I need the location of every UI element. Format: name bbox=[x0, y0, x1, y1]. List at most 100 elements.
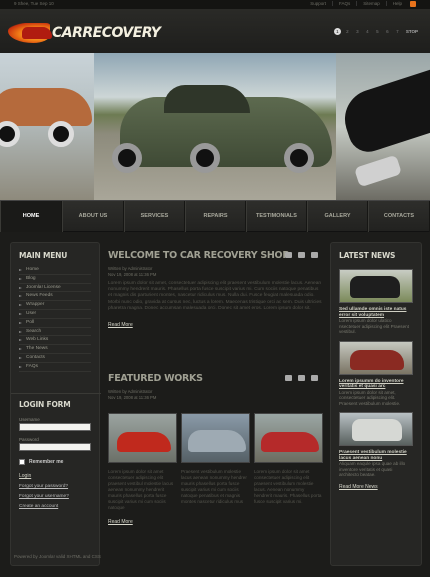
news-image[interactable] bbox=[339, 269, 413, 303]
footer-text: Powered by Joomla! valid XHTML and CSS bbox=[14, 554, 101, 559]
nav-testimonials[interactable]: TESTIMONIALS bbox=[246, 201, 307, 232]
password-label: Password bbox=[19, 437, 39, 442]
news-item: Lorem ipsumm do inventore veritatis et q… bbox=[339, 340, 413, 407]
menu-item[interactable]: Poll bbox=[19, 319, 91, 328]
featured-date: Nov 19, 2008 at 11:36 PM bbox=[108, 395, 157, 400]
menu-item[interactable]: Search bbox=[19, 328, 91, 337]
nav-gallery[interactable]: GALLERY bbox=[307, 201, 368, 232]
logo[interactable]: CARRECOVERY bbox=[8, 21, 161, 47]
news-image[interactable] bbox=[339, 340, 413, 375]
slider-page-5[interactable]: 5 bbox=[374, 28, 381, 35]
login-button[interactable]: Login bbox=[19, 473, 93, 479]
slider-page-4[interactable]: 4 bbox=[364, 28, 371, 35]
hero-photo-right bbox=[336, 53, 430, 200]
news-title[interactable]: Praesent vestibulum molestie lacus aenea… bbox=[339, 450, 413, 461]
work-image[interactable] bbox=[181, 413, 250, 463]
work-item: Lorem ipsum dolor sit amet consectetuer … bbox=[254, 413, 323, 511]
create-account-link[interactable]: Create an account bbox=[11, 503, 101, 510]
work-image[interactable] bbox=[254, 413, 323, 463]
featured-works: FEATURED WORKS Written by Administrator … bbox=[108, 373, 323, 525]
work-image[interactable] bbox=[108, 413, 177, 463]
slider-page-2[interactable]: 2 bbox=[344, 28, 351, 35]
main-menu-title: MAIN MENU bbox=[19, 251, 68, 260]
welcome-article: WELCOME TO CAR RECOVERY SHOP Written by … bbox=[108, 250, 322, 328]
menu-item[interactable]: Joomla! License bbox=[19, 284, 91, 293]
featured-read-more[interactable]: Read More bbox=[108, 519, 322, 525]
hero-photo-left bbox=[0, 53, 94, 200]
password-input[interactable] bbox=[19, 443, 91, 451]
slider-page-1[interactable]: 1 bbox=[333, 28, 341, 35]
news-title[interactable]: Sed ullamde omnis iste natus error sit v… bbox=[339, 307, 413, 318]
menu-item[interactable]: FAQs bbox=[19, 363, 91, 372]
nav-about-us[interactable]: ABOUT US bbox=[62, 201, 124, 232]
username-label: Username bbox=[19, 417, 40, 422]
remember-label: Remember me bbox=[29, 459, 64, 465]
menu-item[interactable]: User bbox=[19, 310, 91, 319]
top-link-support[interactable]: Support bbox=[304, 1, 332, 6]
work-text: Lorem ipsum dolor sit amet consectetuer … bbox=[254, 469, 322, 504]
forgot-password-link[interactable]: Forgot your password? bbox=[11, 483, 101, 490]
username-input[interactable] bbox=[19, 423, 91, 431]
nav-home[interactable]: HOME bbox=[0, 201, 62, 232]
welcome-read-more[interactable]: Read More bbox=[108, 322, 322, 328]
news-item: Sed ullamde omnis iste natus error sit v… bbox=[339, 269, 413, 335]
latest-news-title: LATEST NEWS bbox=[339, 251, 396, 260]
email-icon[interactable] bbox=[311, 252, 318, 258]
nav-repairs[interactable]: REPAIRS bbox=[185, 201, 246, 232]
forgot-username-link[interactable]: Forgot your username? bbox=[11, 493, 101, 500]
remember-checkbox[interactable] bbox=[19, 459, 25, 465]
hero-photo-main bbox=[94, 53, 336, 200]
left-sidebar: MAIN MENU Home Blog Joomla! License News… bbox=[10, 242, 101, 566]
article-icons bbox=[285, 252, 318, 258]
work-text: Praesent vestibulum molestie lacus aenea… bbox=[181, 469, 247, 504]
welcome-date: Nov 19, 2008 at 11:36 PM bbox=[108, 272, 157, 277]
work-item: Lorem ipsum dolor sit amet consectetuer … bbox=[108, 413, 177, 511]
slider-page-7[interactable]: 7 bbox=[394, 28, 401, 35]
menu-item[interactable]: News Feeds bbox=[19, 292, 91, 302]
menu-item[interactable]: Wrapper bbox=[19, 301, 91, 310]
print-icon[interactable] bbox=[298, 375, 305, 381]
rss-icon[interactable] bbox=[410, 1, 416, 7]
menu-item[interactable]: Home bbox=[19, 266, 91, 275]
header: CARRECOVERY 1 2 3 4 5 6 7 STOP bbox=[0, 9, 430, 53]
menu-item[interactable]: Contacts bbox=[19, 354, 91, 363]
news-text: Lorem ipsum dolor ulatico nsectetuer adi… bbox=[339, 318, 409, 334]
menu-item[interactable]: The News bbox=[19, 345, 91, 354]
slider-pager: 1 2 3 4 5 6 7 STOP bbox=[333, 28, 418, 35]
date-text: 9 Shee, Tue Sep 10 bbox=[14, 1, 54, 6]
print-icon[interactable] bbox=[298, 252, 305, 258]
logo-text: CARRECOVERY bbox=[52, 25, 161, 41]
slider-stop-button[interactable]: STOP bbox=[406, 28, 418, 35]
news-title[interactable]: Lorem ipsumm do inventore veritatis et q… bbox=[339, 379, 413, 390]
work-item: Praesent vestibulum molestie lacus aenea… bbox=[181, 413, 250, 511]
featured-icons bbox=[285, 375, 318, 381]
works-grid: Lorem ipsum dolor sit amet consectetuer … bbox=[108, 413, 323, 511]
slider-page-6[interactable]: 6 bbox=[384, 28, 391, 35]
slider-page-3[interactable]: 3 bbox=[354, 28, 361, 35]
car-logo-icon bbox=[22, 27, 52, 39]
menu-item[interactable]: Web Links bbox=[19, 336, 91, 346]
remember-me: Remember me bbox=[11, 455, 101, 469]
pdf-icon[interactable] bbox=[285, 252, 292, 258]
top-link-faqs[interactable]: FAQs bbox=[331, 1, 356, 6]
work-text: Lorem ipsum dolor sit amet consectetuer … bbox=[108, 469, 174, 510]
news-text: Aliquam eaqule ipsa quae ab illo invento… bbox=[339, 461, 406, 477]
news-item: Praesent vestibulum molestie lacus aenea… bbox=[339, 412, 413, 478]
top-bar: 9 Shee, Tue Sep 10 Support FAQs Sitemap … bbox=[0, 0, 430, 9]
nav-services[interactable]: SERVICES bbox=[124, 201, 185, 232]
top-link-sitemap[interactable]: Sitemap bbox=[356, 1, 386, 6]
news-list: Sed ullamde omnis iste natus error sit v… bbox=[331, 269, 421, 490]
news-read-more[interactable]: Read More News bbox=[339, 484, 413, 490]
hero-slideshow bbox=[0, 53, 430, 200]
news-image[interactable] bbox=[339, 412, 413, 446]
login-form: LOGIN FORM Username Password Remember me… bbox=[11, 393, 101, 510]
welcome-body: Lorem ipsum dolor sit amet, consectetuer… bbox=[108, 281, 322, 311]
top-link-help[interactable]: Help bbox=[385, 1, 408, 6]
main-content: WELCOME TO CAR RECOVERY SHOP Written by … bbox=[106, 242, 324, 566]
menu-item[interactable]: Blog bbox=[19, 275, 91, 284]
pdf-icon[interactable] bbox=[285, 375, 292, 381]
main-nav: HOME ABOUT US SERVICES REPAIRS TESTIMONI… bbox=[0, 200, 430, 232]
nav-contacts[interactable]: CONTACTS bbox=[368, 201, 430, 232]
news-text: Lorem ipsum dolor sit amet, consectetuer… bbox=[339, 389, 401, 406]
email-icon[interactable] bbox=[311, 375, 318, 381]
